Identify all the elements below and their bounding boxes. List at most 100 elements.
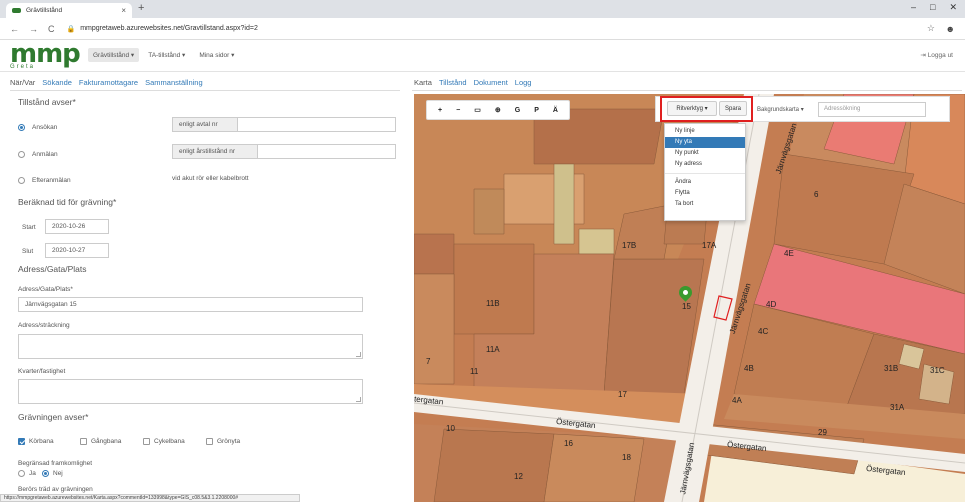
menu-ta-tillstand[interactable]: TA-tillstånd ▾ — [143, 48, 190, 62]
star-icon[interactable]: ☆ — [927, 23, 935, 34]
status-url-bar: https://mmpgretaweb.azurewebsites.net/Ka… — [0, 494, 300, 502]
g-button[interactable]: G — [515, 107, 520, 114]
tab-sokande[interactable]: Sökande — [42, 78, 72, 87]
map-label-29: 29 — [818, 428, 827, 437]
map-label-11a: 11A — [486, 345, 500, 354]
menu-flytta[interactable]: Flytta — [665, 188, 745, 199]
adress-input[interactable]: Järnvägsgatan 15 — [18, 297, 363, 312]
map-label-4d: 4D — [766, 300, 777, 309]
slut-date-input[interactable]: 2020-10-27 — [45, 243, 109, 258]
radio-anmalan[interactable] — [18, 151, 25, 158]
radio-anmalan-label: Anmälan — [32, 151, 58, 158]
checkbox-gronyta[interactable] — [206, 438, 213, 445]
close-tab-icon[interactable]: × — [121, 6, 126, 15]
tab-fakturamottagare[interactable]: Fakturamottagare — [79, 78, 138, 87]
radio-ja[interactable] — [18, 470, 25, 477]
ritverktyg-menu: Ny linje Ny yta Ny punkt Ny adress Ändra… — [664, 123, 746, 221]
tab-sammanstallning[interactable]: Sammanställning — [145, 78, 203, 87]
logo[interactable]: mmp Greta — [10, 39, 81, 70]
tab-nar-var[interactable]: När/Var — [10, 78, 35, 87]
favicon-icon — [12, 8, 21, 13]
section-tillstand: Tillstånd avser* — [18, 97, 76, 107]
menu-ny-linje[interactable]: Ny linje — [665, 126, 745, 137]
map-label-4e: 4E — [784, 249, 794, 258]
tab-dokument[interactable]: Dokument — [474, 78, 508, 87]
logo-mark: mmp — [10, 39, 81, 69]
section-adress: Adress/Gata/Plats — [18, 264, 87, 274]
left-tabs: När/Var Sökande Fakturamottagare Sammans… — [10, 78, 203, 87]
p-button[interactable]: P — [534, 107, 539, 114]
map-label-4b: 4B — [744, 364, 754, 373]
minimize-icon[interactable]: – — [911, 2, 916, 13]
map-label-31b: 31B — [884, 364, 899, 373]
zoom-in-button[interactable]: + — [438, 107, 442, 114]
adressokning-input[interactable]: Adressökning — [818, 102, 926, 117]
reload-icon[interactable]: C — [48, 24, 55, 34]
map-label-10: 10 — [446, 424, 455, 433]
new-tab-button[interactable]: + — [138, 2, 144, 14]
a-button[interactable]: Ä — [553, 107, 558, 114]
radio-ansokan-label: Ansökan — [32, 124, 58, 131]
maximize-icon[interactable]: □ — [930, 2, 935, 13]
browser-tab[interactable]: Grävtillstånd × — [6, 3, 132, 18]
addon-arstillstand: enligt årstillstånd nr — [172, 144, 258, 159]
forward-icon[interactable]: → — [29, 24, 38, 34]
nav-buttons: ← → C — [10, 24, 55, 34]
close-window-icon[interactable]: ✕ — [949, 2, 957, 13]
map-label-11b: 11B — [486, 299, 500, 308]
map-toolbar: + − ▭ ⊕ G P Ä — [426, 100, 570, 120]
fullscreen-button[interactable]: ▭ — [474, 106, 481, 114]
kvarter-label: Kvarter/fastighet — [18, 368, 66, 375]
section-tid: Beräknad tid för grävning* — [18, 197, 117, 207]
slut-label: Slut — [22, 248, 34, 255]
url-text: mmpgretaweb.azurewebsites.net/Gravtillst… — [80, 25, 258, 32]
radio-efteranmalan-label: Efteranmälan — [32, 177, 71, 184]
bakgrundskarta-dropdown[interactable]: Bakgrundskarta ▾ — [757, 106, 804, 113]
menu-ny-punkt[interactable]: Ny punkt — [665, 148, 745, 159]
checkbox-gangbana-label: Gångbana — [91, 438, 122, 445]
menu-ny-yta[interactable]: Ny yta — [665, 137, 745, 148]
url-field[interactable]: 🔒 mmpgretaweb.azurewebsites.net/Gravtill… — [67, 21, 927, 37]
radio-nej[interactable] — [42, 470, 49, 477]
locate-button[interactable]: ⊕ — [495, 106, 501, 114]
start-date-input[interactable]: 2020-10-26 — [45, 219, 109, 234]
map-label-4a: 4A — [732, 396, 742, 405]
highlight-box — [660, 96, 753, 122]
back-icon[interactable]: ← — [10, 24, 19, 34]
checkbox-cykelbana[interactable] — [143, 438, 150, 445]
logout-icon: ⇥ — [920, 52, 928, 59]
menu-mina-sidor[interactable]: Mina sidor ▾ — [194, 48, 239, 62]
avtal-nr-input[interactable] — [237, 117, 396, 132]
menu-gravtillstand[interactable]: Grävtillstånd ▾ — [88, 48, 140, 62]
menu-ny-adress[interactable]: Ny adress — [665, 159, 745, 170]
logout-link[interactable]: ⇥ Logga ut — [920, 51, 953, 59]
menu-divider — [665, 173, 745, 174]
map-label-17: 17 — [618, 390, 627, 399]
right-tabs-divider — [412, 90, 962, 91]
radio-ansokan[interactable] — [18, 124, 25, 131]
radio-efteranmalan[interactable] — [18, 177, 25, 184]
checkbox-korbana[interactable] — [18, 438, 25, 445]
app-navbar: mmp Greta Grävtillstånd ▾ TA-tillstånd ▾… — [0, 40, 965, 72]
zoom-out-button[interactable]: − — [456, 107, 460, 114]
arstillstand-nr-input[interactable] — [257, 144, 396, 159]
begransad-label: Begränsad framkomlighet — [18, 460, 93, 467]
tab-logg[interactable]: Logg — [515, 78, 532, 87]
checkbox-gangbana[interactable] — [80, 438, 87, 445]
tab-tillstand[interactable]: Tillstånd — [439, 78, 467, 87]
tab-karta[interactable]: Karta — [414, 78, 432, 87]
profile-icon[interactable]: ☻ — [946, 24, 955, 34]
right-tabs: Karta Tillstånd Dokument Logg — [414, 78, 531, 87]
checkbox-cykelbana-label: Cykelbana — [154, 438, 185, 445]
menu-ta-bort[interactable]: Ta bort — [665, 199, 745, 210]
adress-strackning-textarea[interactable] — [18, 334, 363, 359]
checkbox-gronyta-label: Grönyta — [217, 438, 241, 445]
menu-andra[interactable]: Ändra — [665, 177, 745, 188]
kvarter-textarea[interactable] — [18, 379, 363, 404]
efter-note: vid akut rör eller kabelbrott — [172, 175, 249, 182]
map-label-12: 12 — [514, 472, 523, 481]
map-label-15: 15 — [682, 302, 691, 311]
left-tabs-divider — [10, 90, 400, 91]
map-label-11: 11 — [470, 367, 479, 376]
map-label-31c: 31C — [930, 366, 945, 375]
